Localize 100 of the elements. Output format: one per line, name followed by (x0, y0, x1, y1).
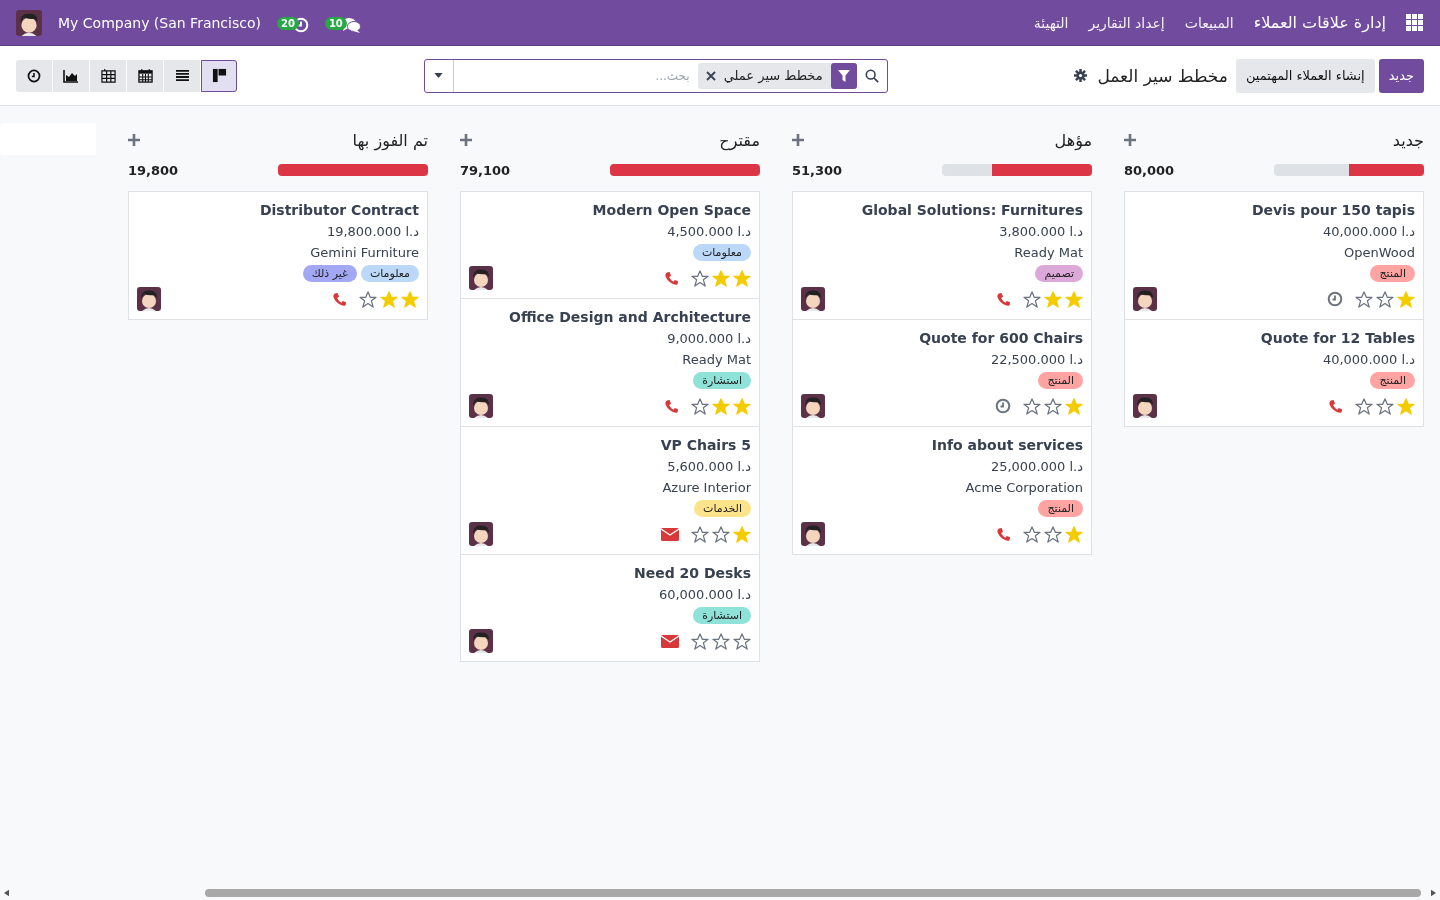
empty-star-icon[interactable] (691, 632, 709, 650)
empty-star-icon[interactable] (1023, 397, 1041, 415)
avatar-icon (469, 394, 493, 418)
view-switch-button[interactable] (127, 59, 163, 92)
filled-star-icon[interactable] (1397, 397, 1415, 415)
filled-star-icon[interactable] (1044, 290, 1062, 308)
plus-icon[interactable] (460, 134, 472, 146)
empty-star-icon[interactable] (691, 525, 709, 543)
empty-star-icon[interactable] (1355, 397, 1373, 415)
clock-icon[interactable] (1327, 291, 1343, 307)
empty-star-icon[interactable] (733, 632, 751, 650)
card-title[interactable]: Quote for 12 Tables (1260, 328, 1415, 349)
empty-star-icon[interactable] (1044, 525, 1062, 543)
phone-icon[interactable] (664, 398, 679, 414)
filled-star-icon[interactable] (733, 269, 751, 287)
progress-bar[interactable] (942, 164, 1092, 176)
phone-icon[interactable] (332, 291, 347, 307)
card-title[interactable]: Global Solutions: Furnitures (861, 200, 1083, 221)
phone-icon[interactable] (664, 270, 679, 286)
card-title[interactable]: Distributor Contract (259, 200, 419, 221)
tag: الخدمات (694, 500, 751, 517)
scroll-left-icon[interactable] (4, 889, 9, 897)
filled-star-icon[interactable] (401, 290, 419, 308)
filled-star-icon[interactable] (712, 397, 730, 415)
envelope-icon[interactable] (661, 634, 679, 648)
empty-star-icon[interactable] (712, 525, 730, 543)
phone-icon[interactable] (996, 526, 1011, 542)
column-total: 80,000 (1124, 162, 1175, 178)
empty-star-icon[interactable] (359, 290, 377, 308)
filled-star-icon[interactable] (1065, 397, 1083, 415)
avatar-icon (801, 522, 825, 546)
clock-icon[interactable] (995, 398, 1011, 414)
card-title[interactable]: Need 20 Desks (633, 563, 751, 584)
filter-icon (837, 69, 850, 82)
amount-text: د.ا 5,600.000 (667, 458, 751, 476)
filled-star-icon[interactable] (1065, 525, 1083, 543)
phone-icon[interactable] (996, 291, 1011, 307)
plus-icon[interactable] (1124, 134, 1136, 146)
plus-icon[interactable] (792, 134, 804, 146)
empty-star-icon[interactable] (1023, 525, 1041, 543)
search-icon[interactable] (864, 68, 879, 83)
empty-star-icon[interactable] (712, 632, 730, 650)
apps-grid-icon[interactable] (1406, 13, 1424, 32)
card-title[interactable]: Quote for 600 Chairs (919, 328, 1083, 349)
count-badge: 20 (276, 16, 299, 30)
filter-facet[interactable]: مخطط سير عملي (697, 62, 857, 89)
tag: استشارة (693, 607, 751, 624)
view-switch-button[interactable] (164, 59, 200, 92)
amount-text: د.ا 9,000.000 (667, 330, 751, 348)
filled-star-icon[interactable] (733, 397, 751, 415)
empty-star-icon[interactable] (691, 397, 709, 415)
generate-leads-button[interactable]: إنشاء العملاء المهتمين (1235, 58, 1375, 93)
view-switch-button[interactable] (16, 59, 52, 92)
customer-name: Acme Corporation (965, 479, 1083, 497)
menu-item[interactable]: المبيعات (1184, 14, 1234, 31)
empty-star-icon[interactable] (1376, 397, 1394, 415)
view-switch-button[interactable] (90, 59, 126, 92)
empty-star-icon[interactable] (1023, 290, 1041, 308)
close-icon[interactable] (705, 70, 716, 81)
amount-text: د.ا 60,000.000 (658, 586, 751, 604)
avatar-icon (1133, 394, 1157, 418)
empty-star-icon[interactable] (1044, 397, 1062, 415)
view-switch-button[interactable] (53, 59, 89, 92)
empty-star-icon[interactable] (1376, 290, 1394, 308)
menu-item[interactable]: التهيئة (1033, 14, 1069, 31)
progress-bar[interactable] (1274, 164, 1424, 176)
column-title: تم الفوز بها (352, 130, 428, 150)
customer-name: Gemini Furniture (310, 244, 419, 262)
calendar-icon (137, 68, 153, 83)
empty-star-icon[interactable] (1355, 290, 1373, 308)
customer-name: OpenWood (1344, 244, 1415, 262)
caret-icon[interactable] (434, 73, 444, 78)
empty-star-icon[interactable] (691, 269, 709, 287)
scroll-right-icon[interactable] (1431, 889, 1436, 897)
filled-star-icon[interactable] (733, 525, 751, 543)
card-title[interactable]: VP Chairs 5 (660, 435, 751, 456)
filled-star-icon[interactable] (1065, 290, 1083, 308)
filled-star-icon[interactable] (380, 290, 398, 308)
list-icon (174, 69, 190, 82)
view-switch-button[interactable] (201, 59, 237, 92)
card-title[interactable]: Info about services (931, 435, 1083, 456)
card-title[interactable]: Devis pour 150 tapis (1251, 200, 1415, 221)
tag: تصميم (1035, 265, 1083, 282)
app-title[interactable]: إدارة علاقات العملاء (1253, 13, 1386, 32)
filled-star-icon[interactable] (712, 269, 730, 287)
phone-icon[interactable] (1328, 398, 1343, 414)
filled-star-icon[interactable] (1397, 290, 1415, 308)
column-title: مقترح (719, 130, 760, 150)
menu-item[interactable]: إعداد التقارير (1088, 14, 1165, 31)
envelope-icon[interactable] (661, 527, 679, 541)
card-title[interactable]: Modern Open Space (592, 200, 751, 221)
column-title: جديد (1392, 130, 1424, 150)
plus-icon[interactable] (128, 134, 140, 146)
company-name[interactable]: My Company (San Francisco) (58, 14, 261, 31)
search-bar[interactable]: مخطط سير عملي بحث... (423, 58, 888, 93)
amount-text: د.ا 25,000.000 (990, 458, 1083, 476)
card-title[interactable]: Office Design and Architecture (509, 307, 751, 328)
new-button[interactable]: جديد (1378, 58, 1424, 93)
amount-text: د.ا 40,000.000 (1322, 223, 1415, 241)
settings-icon[interactable] (1074, 69, 1088, 82)
